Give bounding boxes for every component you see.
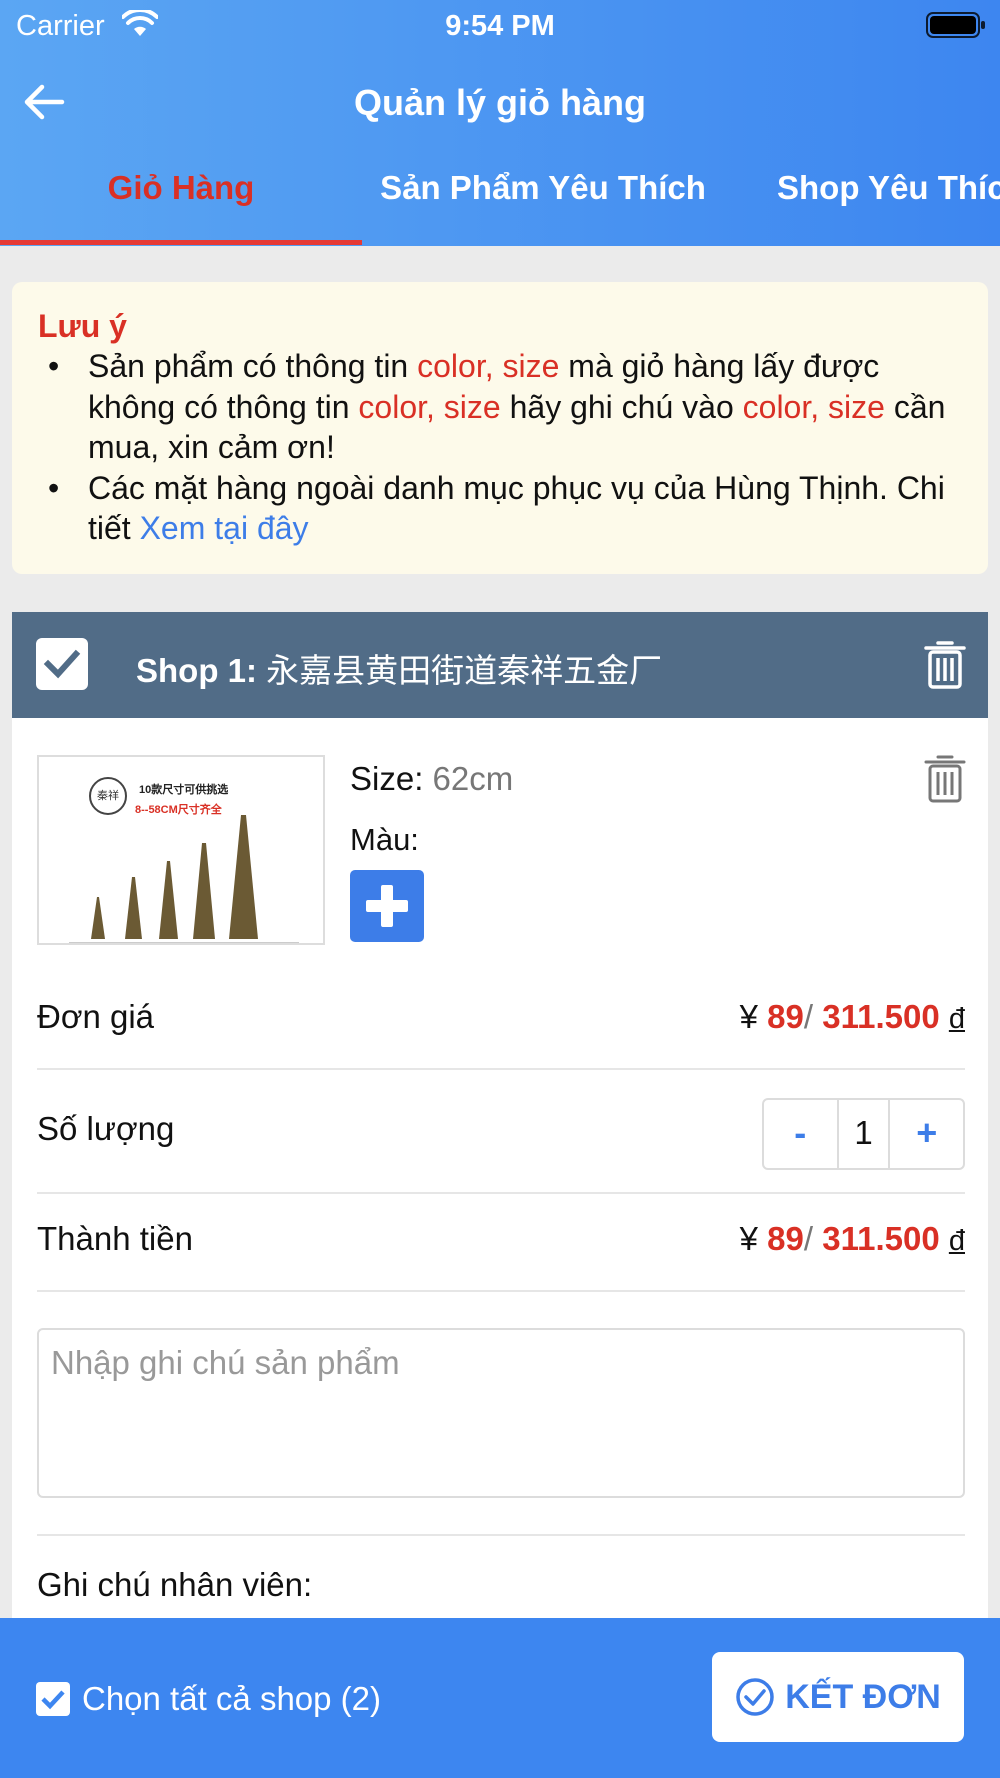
notice-item: Sản phẩm có thông tin color, size mà giỏ… — [38, 346, 962, 468]
shop-checkbox[interactable] — [36, 638, 88, 690]
notice-highlight: color, size — [742, 388, 885, 425]
size-info: Size: 62cm — [350, 760, 513, 798]
unit-price-value: ¥ 89/ 311.500 đ — [739, 998, 965, 1035]
total-vnd: 311.500 — [822, 1220, 940, 1257]
notice-text: hãy ghi chú vào — [500, 388, 743, 425]
active-tab-indicator — [0, 240, 362, 245]
select-all-shops-toggle[interactable]: Chọn tất cả shop (2) — [36, 1680, 381, 1718]
trash-icon[interactable] — [924, 640, 966, 690]
quantity-decrease-button[interactable]: - — [764, 1100, 837, 1168]
shop-name: Shop 1: 永嘉县黄田街道秦祥五金厂 — [136, 644, 662, 692]
quantity-increase-button[interactable]: + — [890, 1100, 963, 1168]
product-note-input[interactable] — [37, 1328, 965, 1498]
vnd-symbol: đ — [948, 1003, 965, 1035]
clock: 9:54 PM — [445, 10, 555, 42]
select-all-checkbox[interactable] — [36, 1682, 70, 1716]
checkout-label: KẾT ĐƠN — [785, 1677, 941, 1716]
bottom-action-bar: Chọn tất cả shop (2) KẾT ĐƠN — [0, 1618, 1000, 1778]
status-bar: Carrier 9:54 PM — [0, 0, 1000, 50]
notice-box: Lưu ý Sản phẩm có thông tin color, size … — [12, 282, 988, 574]
shop-prefix: Shop 1: — [136, 652, 257, 689]
see-details-link[interactable]: Xem tại đây — [140, 510, 309, 546]
checkout-button[interactable]: KẾT ĐƠN — [712, 1652, 964, 1742]
color-label: Màu: — [350, 822, 419, 857]
divider — [37, 1534, 965, 1536]
checkmark-icon — [43, 649, 81, 679]
notice-text: Sản phẩm có thông tin — [88, 348, 418, 384]
yen-symbol: ¥ — [739, 998, 758, 1035]
unit-price-vnd: 311.500 — [822, 998, 940, 1035]
unit-price-yen: 89 — [767, 998, 804, 1035]
tab-favorite-products[interactable]: Sản Phẩm Yêu Thích — [362, 160, 724, 246]
eiffel-tower-illustration — [69, 815, 299, 943]
shop-name-text: 永嘉县黄田街道秦祥五金厂 — [266, 652, 663, 689]
notice-title: Lưu ý — [38, 308, 127, 344]
checkmark-icon — [41, 1690, 65, 1710]
tab-bar: Giỏ Hàng Sản Phẩm Yêu Thích Shop Yêu Thí… — [0, 160, 1000, 246]
quantity-value[interactable]: 1 — [836, 1100, 891, 1168]
yen-symbol: ¥ — [739, 1220, 758, 1257]
size-value: 62cm — [432, 760, 514, 797]
total-row: Thành tiền ¥ 89/ 311.500 đ — [37, 1194, 965, 1292]
tab-favorite-shops[interactable]: Shop Yêu Thích — [724, 160, 1000, 246]
plus-icon — [366, 885, 408, 927]
total-value: ¥ 89/ 311.500 đ — [739, 1220, 965, 1257]
quantity-row: Số lượng - 1 + — [37, 1070, 965, 1194]
cart-item: 秦祥 10款尺寸可供挑选 8--58CM尺寸齐全 Size: 62cm Màu:… — [12, 718, 988, 1618]
app-header: Carrier 9:54 PM Quản lý giỏ hàng Giỏ Hàn… — [0, 0, 1000, 246]
shop-header: Shop 1: 永嘉县黄田街道秦祥五金厂 — [12, 612, 988, 718]
product-image[interactable]: 秦祥 10款尺寸可供挑选 8--58CM尺寸齐全 — [37, 755, 325, 945]
quantity-stepper: - 1 + — [762, 1098, 965, 1170]
notice-highlight: color, size — [358, 388, 501, 425]
select-all-label: Chọn tất cả shop (2) — [82, 1680, 381, 1717]
notice-item: Các mặt hàng ngoài danh mục phục vụ của … — [38, 468, 962, 549]
total-label: Thành tiền — [37, 1220, 193, 1257]
quantity-label: Số lượng — [37, 1110, 175, 1147]
unit-price-label: Đơn giá — [37, 998, 155, 1035]
total-yen: 89 — [767, 1220, 804, 1257]
trash-icon[interactable] — [924, 754, 966, 804]
notice-highlight: color, size — [417, 348, 560, 384]
check-circle-icon — [736, 1678, 774, 1716]
battery-icon — [926, 12, 985, 38]
size-label: Size: — [350, 760, 424, 797]
vnd-symbol: đ — [948, 1225, 965, 1257]
staff-note-label: Ghi chú nhân viên: — [37, 1566, 313, 1603]
tab-cart[interactable]: Giỏ Hàng — [0, 160, 362, 246]
unit-price-row: Đơn giá ¥ 89/ 311.500 đ — [37, 982, 965, 1070]
page-title: Quản lý giỏ hàng — [353, 82, 646, 123]
add-color-button[interactable] — [350, 870, 424, 942]
